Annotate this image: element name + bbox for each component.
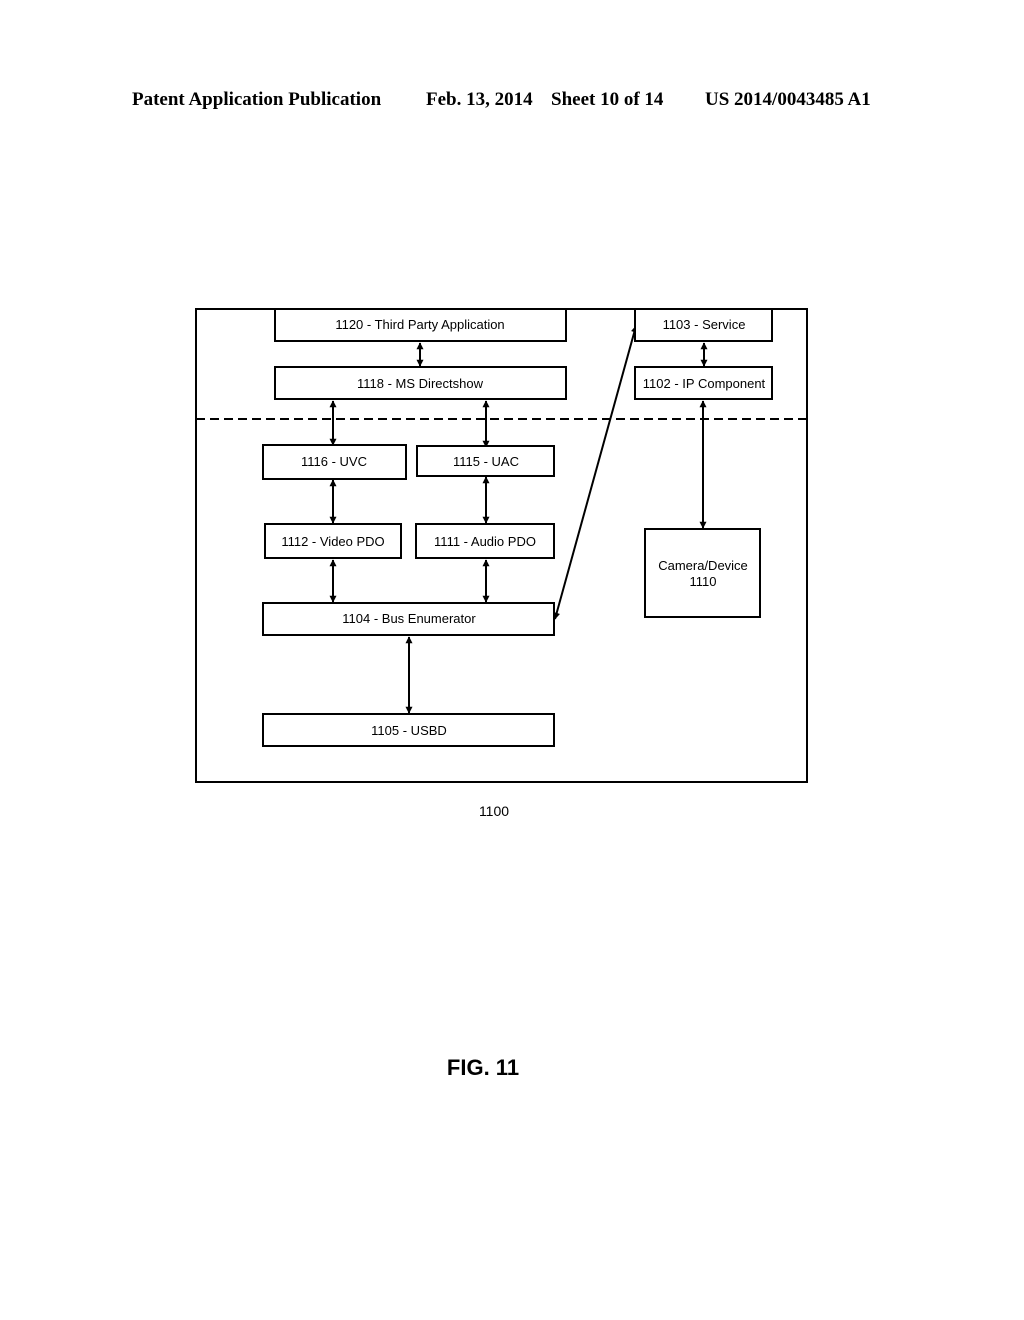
block-audio-pdo: 1111 - Audio PDO bbox=[415, 523, 555, 559]
block-label: 1111 - Audio PDO bbox=[434, 534, 536, 549]
block-label-line2: 1110 bbox=[690, 574, 717, 589]
block-camera-device: Camera/Device 1110 bbox=[644, 528, 761, 618]
block-label: 1116 - UVC bbox=[301, 454, 367, 469]
block-video-pdo: 1112 - Video PDO bbox=[264, 523, 402, 559]
block-service: 1103 - Service bbox=[634, 308, 773, 342]
block-label: 1102 - IP Component bbox=[643, 376, 766, 391]
block-uac: 1115 - UAC bbox=[416, 445, 555, 477]
block-ms-directshow: 1118 - MS Directshow bbox=[274, 366, 567, 400]
block-label: 1115 - UAC bbox=[453, 454, 519, 469]
figure-label: FIG. 11 bbox=[447, 1055, 519, 1080]
system-reference-label: 1100 bbox=[479, 803, 509, 819]
block-label: 1103 - Service bbox=[663, 317, 746, 332]
block-diagram: 1120 - Third Party Application 1118 - MS… bbox=[195, 308, 808, 1080]
block-usbd: 1105 - USBD bbox=[262, 713, 555, 747]
block-label: 1120 - Third Party Application bbox=[335, 317, 504, 332]
block-uvc: 1116 - UVC bbox=[262, 444, 407, 480]
block-bus-enumerator: 1104 - Bus Enumerator bbox=[262, 602, 555, 636]
block-label: 1118 - MS Directshow bbox=[357, 376, 484, 391]
block-label: 1104 - Bus Enumerator bbox=[342, 611, 476, 626]
block-label: 1112 - Video PDO bbox=[281, 534, 384, 549]
block-third-party-application: 1120 - Third Party Application bbox=[274, 308, 567, 342]
edge-busenum-service bbox=[553, 325, 638, 620]
block-ip-component: 1102 - IP Component bbox=[634, 366, 773, 400]
block-label: 1105 - USBD bbox=[371, 723, 447, 738]
block-label-line1: Camera/Device bbox=[658, 558, 748, 573]
